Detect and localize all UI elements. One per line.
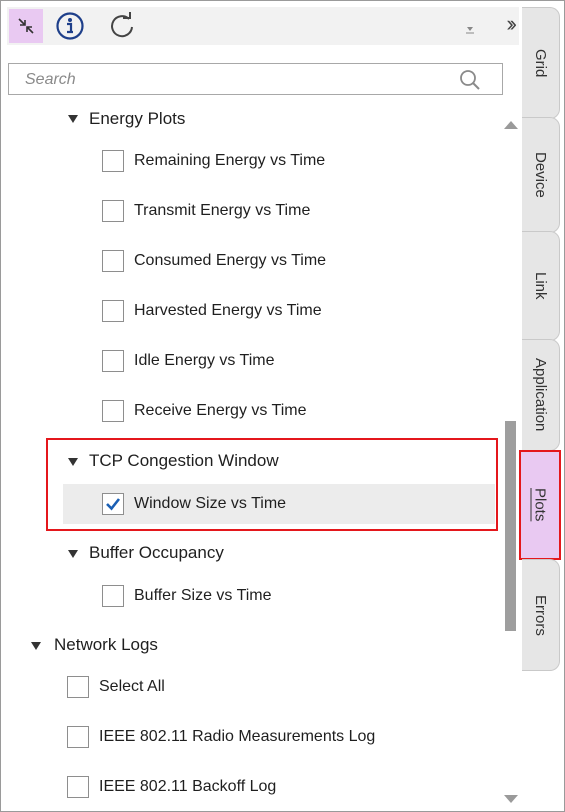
checkbox[interactable] (102, 400, 124, 422)
tree-item[interactable]: Idle Energy vs Time (8, 341, 506, 381)
tree-item[interactable]: IEEE 802.11 Backoff Log (8, 767, 506, 807)
item-label: Transmit Energy vs Time (134, 202, 311, 219)
expanded-triangle-icon[interactable] (68, 550, 78, 558)
tab-application[interactable]: Application (522, 339, 560, 451)
expanded-triangle-icon[interactable] (31, 642, 41, 650)
tree-item[interactable]: Buffer Size vs Time (8, 576, 506, 616)
group-label: Buffer Occupancy (89, 543, 224, 562)
search-input[interactable] (9, 64, 467, 96)
tree-item[interactable]: Receive Energy vs Time (8, 391, 506, 431)
checkbox[interactable] (102, 250, 124, 272)
search-box[interactable] (8, 63, 503, 96)
item-label: Receive Energy vs Time (134, 402, 307, 419)
tree-group-energy[interactable]: Energy Plots (8, 109, 506, 139)
checkbox[interactable] (102, 585, 124, 607)
item-label: Idle Energy vs Time (134, 352, 275, 369)
collapse-icon[interactable] (9, 9, 43, 43)
info-icon[interactable] (53, 9, 87, 43)
search-icon[interactable] (458, 68, 482, 92)
scrollbar-thumb[interactable] (505, 421, 516, 631)
checkbox[interactable] (102, 150, 124, 172)
checkbox[interactable] (67, 676, 89, 698)
highlight-box (46, 438, 498, 531)
tree-item[interactable]: Transmit Energy vs Time (8, 191, 506, 231)
checkbox[interactable] (102, 300, 124, 322)
group-label: Network Logs (54, 635, 158, 654)
tree-item[interactable]: Harvested Energy vs Time (8, 291, 506, 331)
scroll-down-icon[interactable] (504, 795, 518, 803)
checkbox[interactable] (102, 200, 124, 222)
item-label: Remaining Energy vs Time (134, 152, 326, 169)
tab-device[interactable]: Device (522, 117, 560, 233)
item-label: Select All (99, 678, 165, 695)
checkbox[interactable] (67, 776, 89, 798)
vertical-scrollbar[interactable] (502, 117, 518, 807)
item-label: IEEE 802.11 Radio Measurements Log (99, 728, 376, 745)
item-label: IEEE 802.11 Backoff Log (99, 778, 277, 795)
checkbox[interactable] (102, 350, 124, 372)
expanded-triangle-icon[interactable] (68, 115, 78, 123)
tree-group-logs[interactable]: Network Logs (8, 624, 506, 664)
refresh-icon[interactable] (105, 9, 139, 43)
tab-grid[interactable]: Grid (522, 7, 560, 119)
tree-item[interactable]: IEEE 802.11 Radio Measurements Log (8, 717, 506, 757)
dropdown-icon[interactable] (463, 21, 477, 35)
tab-errors[interactable]: Errors (522, 559, 560, 671)
toolbar: ›› (7, 7, 519, 45)
tree-item[interactable]: Remaining Energy vs Time (8, 141, 506, 181)
plots-panel: ›› Energy Plots Remaining Energy vs Time… (0, 0, 565, 812)
checkbox[interactable] (67, 726, 89, 748)
item-label: Buffer Size vs Time (134, 587, 272, 604)
tab-plots[interactable]: Plots (519, 450, 561, 560)
tree-item[interactable]: Select All (8, 667, 506, 707)
item-label: Consumed Energy vs Time (134, 252, 327, 269)
scroll-up-icon[interactable] (504, 121, 518, 129)
double-chevron-right-icon[interactable]: ›› (506, 11, 516, 37)
tree-group-buffer[interactable]: Buffer Occupancy (8, 532, 506, 572)
tab-link[interactable]: Link (522, 231, 560, 341)
group-label: Energy Plots (89, 109, 186, 128)
tree-item[interactable]: Consumed Energy vs Time (8, 241, 506, 281)
item-label: Harvested Energy vs Time (134, 302, 322, 319)
